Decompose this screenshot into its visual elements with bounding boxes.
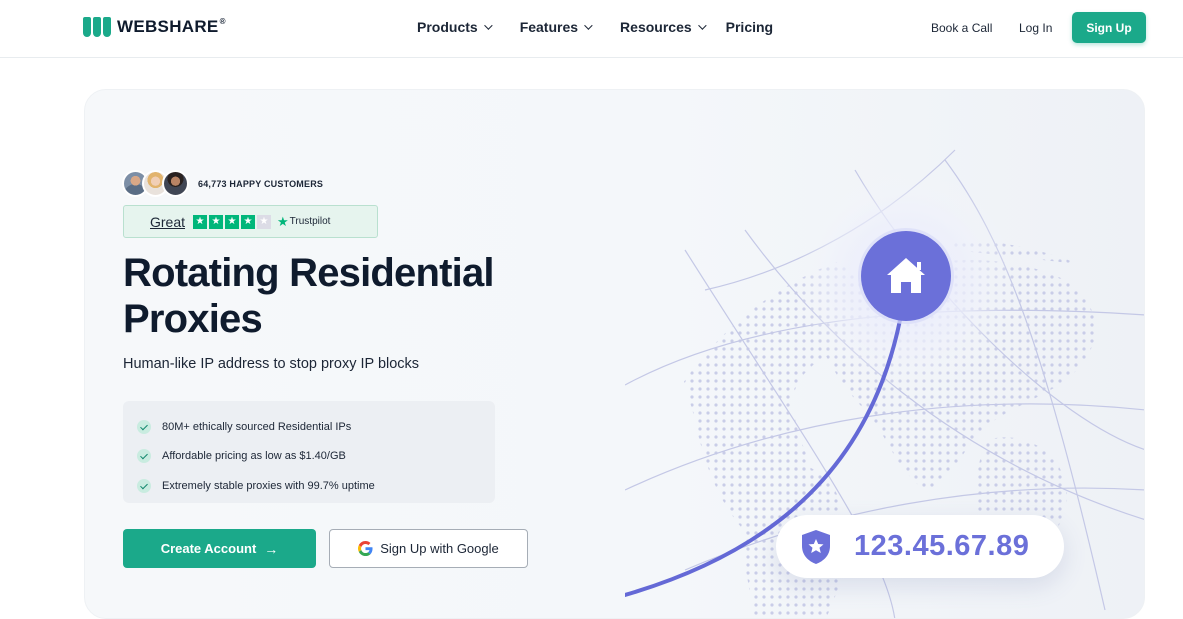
- chevron-down-icon: [584, 21, 593, 30]
- avatar: [162, 170, 189, 197]
- check-icon: [137, 478, 151, 493]
- check-icon: [137, 419, 151, 434]
- login-link[interactable]: Log In: [1019, 21, 1052, 35]
- star-icon: ★: [241, 214, 256, 229]
- chevron-down-icon: [483, 21, 493, 30]
- menu-products[interactable]: Products: [417, 19, 493, 35]
- webshare-bars-icon: [83, 17, 111, 37]
- hero-subtitle: Human-like IP address to stop proxy IP b…: [123, 356, 420, 372]
- main-menu: Products Features Resources Pricing: [417, 19, 803, 35]
- trustpilot-logo: ★ Trustpilot: [277, 213, 331, 229]
- list-item: Extremely stable proxies with 99.7% upti…: [137, 471, 481, 501]
- trust-rating-word: Great: [150, 213, 186, 230]
- star-icon: ★: [225, 214, 240, 229]
- star-icon: ★: [193, 214, 208, 229]
- top-navigation: WEBSHARE® Products Features Resources Pr…: [0, 0, 1183, 58]
- check-icon: [137, 449, 151, 464]
- shield-star-icon: [802, 529, 830, 564]
- rating-stars: ★ ★ ★ ★ ★: [193, 214, 272, 229]
- list-item: Affordable pricing as low as $1.40/GB: [137, 442, 481, 472]
- google-signup-button[interactable]: Sign Up with Google: [329, 529, 528, 568]
- menu-features[interactable]: Features: [520, 19, 593, 35]
- chevron-down-icon: [697, 21, 707, 30]
- feature-list: 80M+ ethically sourced Residential IPs A…: [123, 401, 495, 503]
- logo[interactable]: WEBSHARE®: [83, 17, 226, 37]
- arrow-right-icon: →: [264, 540, 279, 557]
- list-item: 80M+ ethically sourced Residential IPs: [137, 412, 481, 442]
- google-g-icon: [358, 541, 373, 556]
- customer-avatars: [122, 170, 189, 197]
- book-call-link[interactable]: Book a Call: [931, 21, 992, 35]
- ip-address: 123.45.67.89: [854, 530, 1030, 562]
- brand-name: WEBSHARE®: [117, 17, 226, 36]
- trustpilot-badge[interactable]: Great ★ ★ ★ ★ ★ ★ Trustpilot: [123, 205, 378, 238]
- create-account-button[interactable]: Create Account →: [123, 529, 316, 568]
- happy-customers-count: 64,773 HAPPY CUSTOMERS: [198, 179, 324, 189]
- menu-pricing[interactable]: Pricing: [726, 19, 773, 35]
- star-icon: ★: [257, 214, 272, 229]
- ip-address-card: 123.45.67.89: [776, 515, 1064, 578]
- menu-resources[interactable]: Resources: [620, 19, 707, 35]
- page-title: Rotating Residential Proxies: [123, 251, 495, 341]
- star-icon: ★: [209, 214, 224, 229]
- signup-button[interactable]: Sign Up: [1072, 12, 1146, 43]
- trustpilot-star-icon: ★: [277, 213, 289, 229]
